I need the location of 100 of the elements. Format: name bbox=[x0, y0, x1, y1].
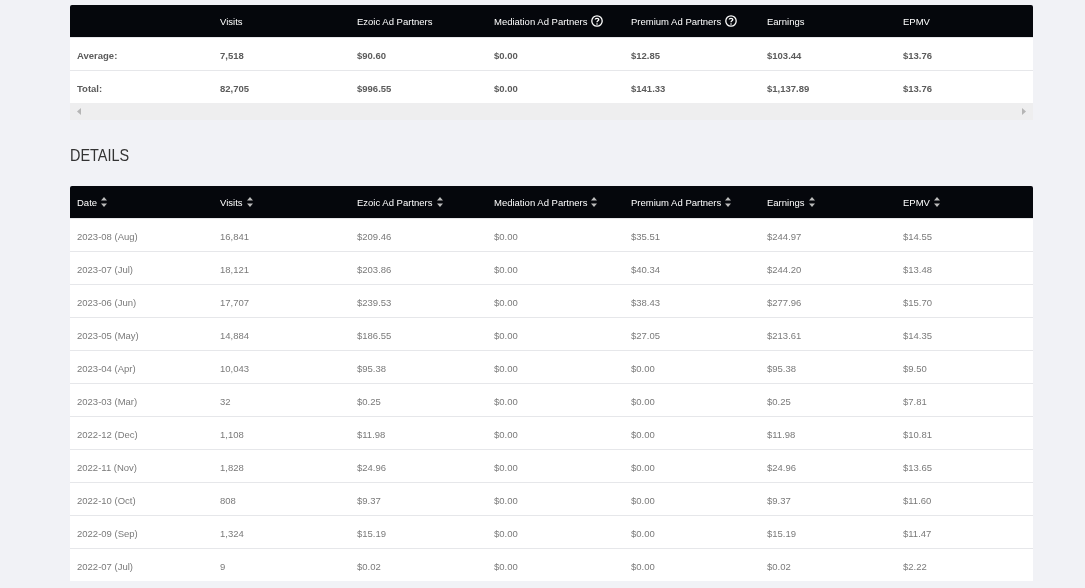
sort-icon[interactable] bbox=[101, 196, 108, 208]
table-cell-text: 18,121 bbox=[219, 264, 250, 275]
table-cell-text: $13.76 bbox=[902, 50, 933, 61]
column-header[interactable]: Mediation Ad Partners bbox=[494, 196, 588, 208]
column-header[interactable]: Earnings bbox=[767, 196, 805, 208]
table-cell-text: $0.02 bbox=[356, 561, 381, 572]
table-cell-text: $0.00 bbox=[493, 330, 518, 341]
table-cell-text: $186.55 bbox=[356, 330, 392, 341]
table-cell-text: 2023-04 (Apr) bbox=[76, 363, 136, 374]
table-cell-text: $0.25 bbox=[356, 396, 381, 407]
table-cell-text: $203.86 bbox=[356, 264, 392, 275]
table-cell-text: $24.96 bbox=[356, 462, 387, 473]
column-header[interactable]: Premium Ad Partners bbox=[631, 196, 722, 208]
table-cell-text: $15.70 bbox=[902, 297, 933, 308]
column-header[interactable]: Date bbox=[77, 196, 98, 208]
table-cell-text: $0.00 bbox=[493, 83, 518, 94]
table-cell-text: $95.38 bbox=[766, 363, 797, 374]
column-header: Ezoic Ad Partners bbox=[357, 15, 433, 27]
table-cell-text: $24.96 bbox=[766, 462, 797, 473]
help-icon[interactable] bbox=[725, 15, 738, 27]
table-cell-text: $244.20 bbox=[766, 264, 802, 275]
table-cell-text: 2022-11 (Nov) bbox=[76, 462, 138, 473]
table-cell-text: 2023-05 (May) bbox=[76, 330, 139, 341]
table-cell-text: $0.25 bbox=[766, 396, 791, 407]
table-cell-text: 2022-09 (Sep) bbox=[76, 528, 138, 539]
column-header: Premium Ad Partners bbox=[631, 15, 722, 27]
table-cell-text: $0.00 bbox=[630, 429, 655, 440]
table-cell-text: 7,518 bbox=[219, 50, 244, 61]
help-icon[interactable] bbox=[591, 15, 604, 27]
table-cell-text: $277.96 bbox=[766, 297, 802, 308]
table-cell-text: 808 bbox=[219, 495, 236, 506]
table-cell-text: $95.38 bbox=[356, 363, 387, 374]
table-cell-text: $0.00 bbox=[493, 231, 518, 242]
sort-icon[interactable] bbox=[808, 196, 815, 208]
table-cell-text: $15.19 bbox=[356, 528, 387, 539]
table-cell-text: $27.05 bbox=[630, 330, 661, 341]
table-cell-text: $0.00 bbox=[493, 50, 518, 61]
sort-icon[interactable] bbox=[933, 196, 940, 208]
table-cell-text: $11.98 bbox=[356, 429, 386, 440]
table-cell-text: 1,324 bbox=[219, 528, 244, 539]
table-cell-text: $996.55 bbox=[356, 83, 392, 94]
table-cell-text: $11.60 bbox=[902, 495, 932, 506]
table-cell-text: 1,828 bbox=[219, 462, 244, 473]
column-header: Earnings bbox=[767, 15, 805, 27]
table-cell-text: $13.65 bbox=[902, 462, 933, 473]
table-cell-text: $1,137.89 bbox=[766, 83, 810, 94]
table-cell-text: $103.44 bbox=[766, 50, 802, 61]
table-cell-text: 2022-07 (Jul) bbox=[76, 561, 133, 572]
table-cell-text: $0.00 bbox=[630, 561, 655, 572]
table-cell-text: 1,108 bbox=[219, 429, 244, 440]
table-cell-text: $9.37 bbox=[356, 495, 381, 506]
table-cell-text: $213.61 bbox=[766, 330, 802, 341]
table-cell-text: 14,884 bbox=[219, 330, 250, 341]
sort-icon[interactable] bbox=[246, 196, 253, 208]
table-cell-text: $14.55 bbox=[902, 231, 933, 242]
table-cell-text: $0.00 bbox=[493, 528, 518, 539]
table-cell-text: 16,841 bbox=[219, 231, 250, 242]
table-cell-text: $0.00 bbox=[493, 495, 518, 506]
column-header: Visits bbox=[220, 15, 243, 27]
column-header[interactable]: EPMV bbox=[903, 196, 930, 208]
table-cell-text: $239.53 bbox=[356, 297, 392, 308]
sort-icon[interactable] bbox=[436, 196, 443, 208]
sort-icon[interactable] bbox=[591, 196, 598, 208]
column-header[interactable]: Visits bbox=[220, 196, 243, 208]
row-label: Total: bbox=[76, 83, 103, 94]
table-cell-text: 2022-10 (Oct) bbox=[76, 495, 136, 506]
table-cell-text: $0.00 bbox=[493, 297, 518, 308]
row-label: Average: bbox=[76, 50, 118, 61]
table-cell-text: $0.00 bbox=[493, 363, 518, 374]
sort-icon[interactable] bbox=[725, 196, 732, 208]
table-cell-text: $35.51 bbox=[630, 231, 661, 242]
table-cell-text: $0.00 bbox=[630, 462, 655, 473]
table-cell-text: $141.33 bbox=[630, 83, 666, 94]
table-cell-text: 2023-06 (Jun) bbox=[76, 297, 137, 308]
table-cell-text: $11.47 bbox=[902, 528, 932, 539]
table-cell-text: $0.00 bbox=[493, 429, 518, 440]
table-cell-text: 2023-08 (Aug) bbox=[76, 231, 138, 242]
table-cell-text: 17,707 bbox=[219, 297, 250, 308]
table-cell-text: 82,705 bbox=[219, 83, 250, 94]
table-cell-text: $0.00 bbox=[493, 561, 518, 572]
column-header: Mediation Ad Partners bbox=[494, 15, 588, 27]
table-cell-text: $9.37 bbox=[766, 495, 791, 506]
table-cell-text: $0.00 bbox=[630, 528, 655, 539]
table-cell-text: 2023-03 (Mar) bbox=[76, 396, 138, 407]
table-cell-text: $0.00 bbox=[630, 363, 655, 374]
section-title: DETAILS bbox=[70, 146, 130, 165]
table-cell-text: $10.81 bbox=[902, 429, 933, 440]
table-cell-text: $0.00 bbox=[493, 396, 518, 407]
table-cell-text: $14.35 bbox=[902, 330, 933, 341]
table-cell-text: $13.76 bbox=[902, 83, 933, 94]
table-cell-text: $0.00 bbox=[493, 264, 518, 275]
table-cell-text: 2022-12 (Dec) bbox=[76, 429, 138, 440]
table-cell-text: $0.02 bbox=[766, 561, 791, 572]
table-cell-text: $9.50 bbox=[902, 363, 927, 374]
table-cell-text: 10,043 bbox=[219, 363, 250, 374]
table-cell-text: $12.85 bbox=[630, 50, 661, 61]
column-header[interactable]: Ezoic Ad Partners bbox=[357, 196, 433, 208]
table-cell-text: $0.00 bbox=[630, 396, 655, 407]
table-cell-text: $209.46 bbox=[356, 231, 392, 242]
table-cell-text: $244.97 bbox=[766, 231, 802, 242]
